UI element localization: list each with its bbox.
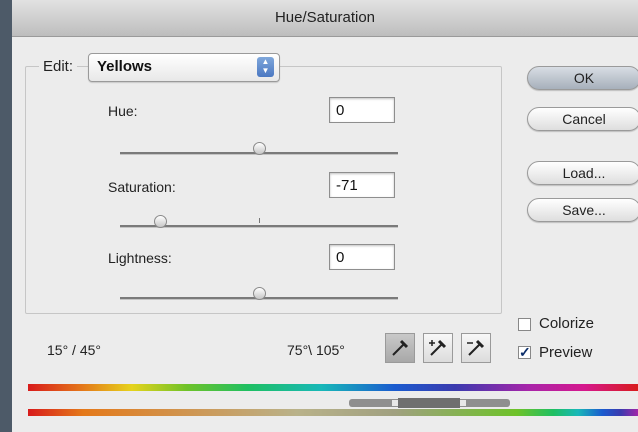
hue-input[interactable]: 0 [329,97,395,123]
eyedropper-plus-icon [429,339,447,356]
output-color-bar [28,409,638,416]
window-title: Hue/Saturation [12,0,638,37]
colorize-label: Colorize [539,315,595,332]
preview-checkbox[interactable]: ✓ [518,345,531,359]
hue-slider-thumb[interactable] [253,142,266,155]
eyedropper-minus-icon [467,339,485,356]
edit-channel-value: Yellows [97,58,153,75]
saturation-center-tick [259,218,260,223]
hue-range-handle-left[interactable] [392,400,398,406]
eyedropper-tool[interactable] [385,333,415,363]
range-left-readout: 15° / 45° [47,342,102,358]
saturation-input[interactable]: -71 [329,172,395,198]
edit-label: Edit: [39,58,78,75]
edit-group [25,66,502,314]
hue-range-handle-right[interactable] [460,400,466,406]
colorize-checkbox[interactable] [518,318,531,331]
lightness-input[interactable]: 0 [329,244,395,270]
ok-button[interactable]: OK [527,66,638,90]
preview-label: Preview [539,344,593,361]
eyedropper-subtract-tool[interactable] [461,333,491,363]
eyedropper-add-tool[interactable] [423,333,453,363]
saturation-label: Saturation: [108,179,176,195]
eyedropper-icon [392,339,409,356]
input-color-bar [28,384,638,391]
select-arrows-icon: ▲ ▼ [257,57,274,77]
lightness-label: Lightness: [108,250,172,266]
lightness-slider-thumb[interactable] [253,287,266,300]
save-button[interactable]: Save... [527,198,638,222]
hue-saturation-dialog: Hue/Saturation Edit: Yellows ▲ ▼ Hue: 0 S… [12,0,638,432]
cancel-button[interactable]: Cancel [527,107,638,131]
hue-label: Hue: [108,103,138,119]
range-right-readout: 75°\ 105° [287,342,345,358]
load-button[interactable]: Load... [527,161,638,185]
edit-channel-select[interactable]: Yellows ▲ ▼ [88,53,280,82]
hue-range-center[interactable] [398,398,460,408]
